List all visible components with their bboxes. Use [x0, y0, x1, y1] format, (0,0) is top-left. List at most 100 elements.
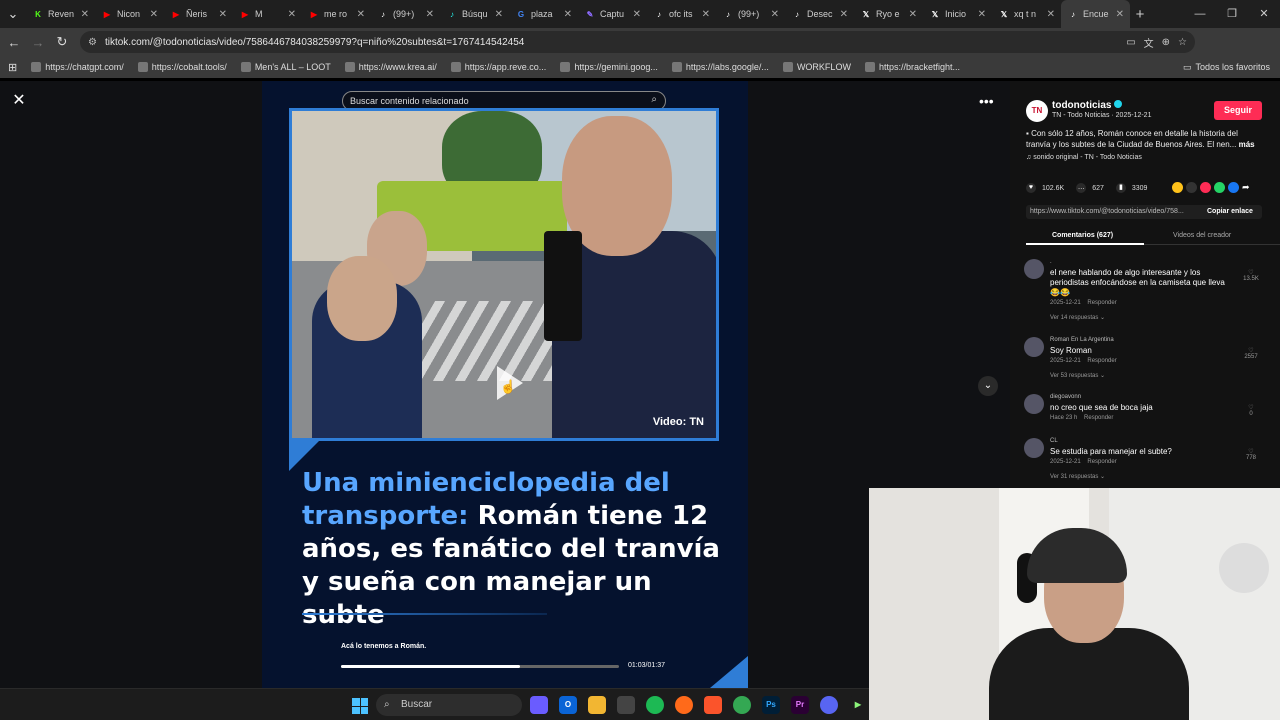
file-explorer-icon[interactable] [588, 696, 606, 714]
translate-icon[interactable]: 文 [1144, 35, 1154, 50]
comment-icon[interactable]: … [1076, 183, 1087, 193]
video-player[interactable]: Buscar contenido relacionado ⌕ ☝ Video: … [262, 81, 748, 688]
commenter-avatar[interactable] [1024, 438, 1044, 458]
cast-icon[interactable]: ▭ [1126, 37, 1135, 48]
outlook-icon[interactable]: O [559, 696, 577, 714]
comment-like[interactable]: ♡ 778 [1238, 448, 1264, 461]
browser-tab[interactable]: ♪ Encue ✕ [1061, 0, 1130, 28]
view-replies-button[interactable]: Ver 53 respuestas ⌄ [1050, 372, 1105, 379]
taskbar-search[interactable]: ⌕ Buscar [376, 694, 522, 716]
discord-icon[interactable] [820, 696, 838, 714]
new-tab-button[interactable]: + [1130, 6, 1150, 23]
browser-tab[interactable]: ▶ M ✕ [233, 0, 302, 28]
close-tab-icon[interactable]: ✕ [840, 9, 848, 20]
close-tab-icon[interactable]: ✕ [633, 9, 641, 20]
zoom-icon[interactable]: ⊕ [1162, 37, 1170, 48]
bookmark-item[interactable]: https://labs.google/... [671, 62, 769, 72]
commenter-name[interactable]: Roman En La Argentina [1050, 337, 1114, 343]
bookmark-item[interactable]: https://bracketfight... [864, 62, 960, 72]
sound-info[interactable]: ♫ sonido original - TN - Todo Noticias [1026, 154, 1142, 161]
comment-like[interactable]: ♡ 2557 [1238, 347, 1264, 360]
browser-tab[interactable]: ♪ Desec ✕ [785, 0, 854, 28]
site-info-icon[interactable]: ⚙ [88, 37, 97, 48]
chrome-canary-icon[interactable] [617, 696, 635, 714]
browser-tab[interactable]: ♪ (99+) ✕ [371, 0, 440, 28]
browser-tab[interactable]: Gplaza ✕ [509, 0, 578, 28]
close-window-button[interactable]: ✕ [1248, 0, 1280, 28]
whatsapp-icon[interactable] [1214, 182, 1225, 193]
bookmark-item[interactable]: Men's ALL – LOOT [240, 62, 331, 72]
close-tab-icon[interactable]: ✕ [288, 9, 296, 20]
reply-button[interactable]: Responder [1084, 415, 1113, 421]
copy-link-button[interactable]: Copiar enlace [1207, 205, 1253, 219]
close-tab-icon[interactable]: ✕ [702, 9, 710, 20]
embed-icon[interactable] [1186, 182, 1197, 193]
tab-comments[interactable]: Comentarios (627) [1052, 232, 1113, 239]
follow-button[interactable]: Seguir [1214, 101, 1262, 120]
browser-tab[interactable]: 𝕏xq t n ✕ [992, 0, 1061, 28]
all-bookmarks[interactable]: ▭ Todos los favoritos [1183, 56, 1270, 78]
address-bar[interactable]: ⚙ tiktok.com/@todonoticias/video/7586446… [80, 31, 1195, 53]
bookmark-item[interactable]: https://gemini.goog... [560, 62, 658, 72]
tiktok-share-icon[interactable] [1200, 182, 1211, 193]
commenter-name[interactable]: diegoavonn [1050, 394, 1081, 400]
more-options-icon[interactable]: ••• [979, 93, 994, 109]
browser-tab[interactable]: 𝕏 Ryo e ✕ [854, 0, 923, 28]
browser-tab[interactable]: ♪ (99+) ✕ [716, 0, 785, 28]
close-tab-icon[interactable]: ✕ [564, 9, 572, 20]
friends-share-icon[interactable] [1172, 182, 1183, 193]
brave-icon[interactable] [704, 696, 722, 714]
premiere-icon[interactable]: Pr [791, 696, 809, 714]
video-progress-bar[interactable] [341, 665, 619, 668]
browser-tab[interactable]: ♪ Búsqu ✕ [440, 0, 509, 28]
browser-tab[interactable]: ♪ ofc its ✕ [647, 0, 716, 28]
share-arrow-icon[interactable]: ➦ [1242, 182, 1253, 193]
photoshop-icon[interactable]: Ps [762, 696, 780, 714]
bookmark-item[interactable]: https://cobalt.tools/ [137, 62, 227, 72]
facebook-icon[interactable] [1228, 182, 1239, 193]
browser-tab[interactable]: 𝕏 Inicio ✕ [923, 0, 992, 28]
close-tab-icon[interactable]: ✕ [771, 9, 779, 20]
firefox-icon[interactable] [675, 696, 693, 714]
video-frame[interactable]: ☝ Video: TN [289, 108, 719, 441]
close-tab-icon[interactable]: ✕ [150, 9, 158, 20]
reply-button[interactable]: Responder [1087, 358, 1116, 364]
browser-tab[interactable]: ✎ Captu ✕ [578, 0, 647, 28]
view-replies-button[interactable]: Ver 31 respuestas ⌄ [1050, 473, 1105, 480]
comment-like[interactable]: ♡ 0 [1238, 404, 1264, 417]
more-link[interactable]: más [1239, 140, 1255, 149]
view-replies-button[interactable]: Ver 14 respuestas ⌄ [1050, 314, 1105, 321]
close-tab-icon[interactable]: ✕ [1116, 9, 1124, 20]
reload-button[interactable]: ↻ [50, 34, 74, 50]
bookmark-item[interactable]: https://app.reve.co... [450, 62, 546, 72]
minimize-button[interactable]: — [1184, 0, 1216, 28]
commenter-name[interactable]: . [1050, 259, 1052, 265]
commenter-avatar[interactable] [1024, 394, 1044, 414]
close-tab-icon[interactable]: ✕ [1047, 9, 1055, 20]
tab-creator-videos[interactable]: Videos del creador [1173, 232, 1231, 239]
close-tab-icon[interactable]: ✕ [426, 9, 434, 20]
copilot-icon[interactable] [530, 696, 548, 714]
reply-button[interactable]: Responder [1087, 459, 1116, 465]
bookmark-icon[interactable]: ▮ [1115, 183, 1126, 193]
reply-button[interactable]: Responder [1087, 300, 1116, 306]
close-tab-icon[interactable]: ✕ [219, 9, 227, 20]
apps-grid-icon[interactable]: ⊞ [8, 61, 17, 74]
browser-tab[interactable]: ▶ Nicon ✕ [95, 0, 164, 28]
author-name[interactable]: todonoticias [1052, 100, 1123, 111]
commenter-avatar[interactable] [1024, 259, 1044, 279]
close-tab-icon[interactable]: ✕ [81, 9, 89, 20]
bookmark-item[interactable]: https://chatgpt.com/ [31, 62, 124, 72]
windows-start-icon[interactable] [352, 698, 368, 714]
bookmark-item[interactable]: WORKFLOW [782, 62, 851, 72]
bookmark-item[interactable]: https://www.krea.ai/ [344, 62, 437, 72]
comment-like[interactable]: ♡ 13.5K [1238, 269, 1264, 282]
restore-button[interactable]: ❐ [1216, 0, 1248, 28]
browser-tab[interactable]: ▶ me ro ✕ [302, 0, 371, 28]
tab-search-button[interactable]: ⌄ [0, 6, 26, 22]
next-video-chevron-icon[interactable]: ⌄ [978, 376, 998, 396]
spotify-icon[interactable] [646, 696, 664, 714]
search-icon[interactable]: ⌕ [651, 94, 657, 105]
commenter-name[interactable]: CL [1050, 438, 1058, 444]
browser-tab[interactable]: K Reven ✕ [26, 0, 95, 28]
